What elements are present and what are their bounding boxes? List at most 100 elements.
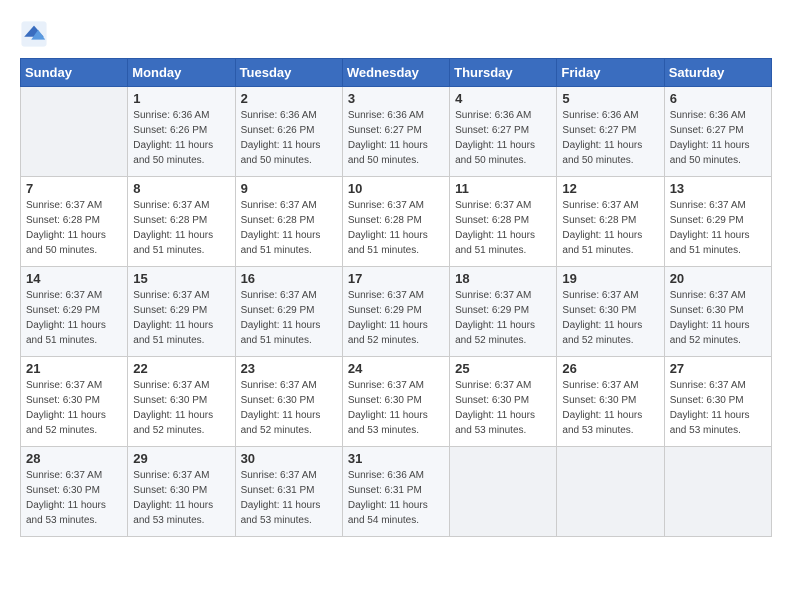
sunset-text: Sunset: 6:30 PM xyxy=(133,393,229,408)
sunrise-text: Sunrise: 6:37 AM xyxy=(26,468,122,483)
sunset-text: Sunset: 6:27 PM xyxy=(348,123,444,138)
sunrise-text: Sunrise: 6:37 AM xyxy=(562,198,658,213)
sunrise-text: Sunrise: 6:37 AM xyxy=(133,288,229,303)
calendar-day-cell: 26 Sunrise: 6:37 AMSunset: 6:30 PMDayligh… xyxy=(557,357,664,447)
logo-icon xyxy=(20,20,48,48)
day-number: 19 xyxy=(562,271,658,286)
sunset-text: Sunset: 6:30 PM xyxy=(348,393,444,408)
day-info: Sunrise: 6:37 AMSunset: 6:30 PMDaylight:… xyxy=(562,378,658,438)
day-number: 9 xyxy=(241,181,337,196)
calendar-day-cell: 22Sunrise: 6:37 AMSunset: 6:30 PMDayligh… xyxy=(128,357,235,447)
sunset-text: Sunset: 6:31 PM xyxy=(348,483,444,498)
day-info: Sunrise: 6:37 AMSunset: 6:28 PMDaylight:… xyxy=(26,198,122,258)
day-info: Sunrise: 6:37 AMSunset: 6:30 PMDaylight:… xyxy=(670,378,766,438)
page-header xyxy=(20,20,772,48)
daylight-text: Daylight: 11 hoursand 53 minutes. xyxy=(455,408,551,438)
sunset-text: Sunset: 6:28 PM xyxy=(562,213,658,228)
sunrise-text: Sunrise: 6:37 AM xyxy=(562,378,658,393)
day-info: Sunrise: 6:37 AMSunset: 6:30 PMDaylight:… xyxy=(241,378,337,438)
day-info: Sunrise: 6:37 AMSunset: 6:30 PMDaylight:… xyxy=(133,468,229,528)
calendar-day-cell: 21Sunrise: 6:37 AMSunset: 6:30 PMDayligh… xyxy=(21,357,128,447)
daylight-text: Daylight: 11 hoursand 51 minutes. xyxy=(241,228,337,258)
calendar-day-cell: 27 Sunrise: 6:37 AMSunset: 6:30 PMDayligh… xyxy=(664,357,771,447)
day-info: Sunrise: 6:36 AMSunset: 6:31 PMDaylight:… xyxy=(348,468,444,528)
day-number: 20 xyxy=(670,271,766,286)
day-info: Sunrise: 6:37 AMSunset: 6:31 PMDaylight:… xyxy=(241,468,337,528)
day-number: 24 xyxy=(348,361,444,376)
daylight-text: Daylight: 11 hoursand 50 minutes. xyxy=(26,228,122,258)
calendar-day-cell: 28Sunrise: 6:37 AMSunset: 6:30 PMDayligh… xyxy=(21,447,128,537)
day-info: Sunrise: 6:37 AMSunset: 6:28 PMDaylight:… xyxy=(133,198,229,258)
calendar-day-cell: 11Sunrise: 6:37 AMSunset: 6:28 PMDayligh… xyxy=(450,177,557,267)
daylight-text: Daylight: 11 hoursand 50 minutes. xyxy=(455,138,551,168)
sunrise-text: Sunrise: 6:37 AM xyxy=(348,288,444,303)
sunset-text: Sunset: 6:29 PM xyxy=(670,213,766,228)
day-number: 2 xyxy=(241,91,337,106)
sunset-text: Sunset: 6:30 PM xyxy=(562,303,658,318)
sunset-text: Sunset: 6:30 PM xyxy=(133,483,229,498)
calendar-week-row: 7Sunrise: 6:37 AMSunset: 6:28 PMDaylight… xyxy=(21,177,772,267)
calendar-day-cell: 13 Sunrise: 6:37 AMSunset: 6:29 PMDayligh… xyxy=(664,177,771,267)
sunset-text: Sunset: 6:28 PM xyxy=(455,213,551,228)
sunset-text: Sunset: 6:30 PM xyxy=(670,393,766,408)
day-info: Sunrise: 6:36 AMSunset: 6:26 PMDaylight:… xyxy=(133,108,229,168)
day-info: Sunrise: 6:37 AMSunset: 6:30 PMDaylight:… xyxy=(562,288,658,348)
day-info: Sunrise: 6:37 AMSunset: 6:28 PMDaylight:… xyxy=(562,198,658,258)
calendar-day-cell: 29Sunrise: 6:37 AMSunset: 6:30 PMDayligh… xyxy=(128,447,235,537)
sunrise-text: Sunrise: 6:37 AM xyxy=(455,198,551,213)
day-number: 18 xyxy=(455,271,551,286)
day-number: 26 xyxy=(562,361,658,376)
daylight-text: Daylight: 11 hoursand 51 minutes. xyxy=(133,228,229,258)
calendar-day-cell: 19 Sunrise: 6:37 AMSunset: 6:30 PMDayligh… xyxy=(557,267,664,357)
day-number: 11 xyxy=(455,181,551,196)
calendar-day-cell: 31Sunrise: 6:36 AMSunset: 6:31 PMDayligh… xyxy=(342,447,449,537)
sunrise-text: Sunrise: 6:36 AM xyxy=(348,108,444,123)
day-info: Sunrise: 6:37 AMSunset: 6:28 PMDaylight:… xyxy=(241,198,337,258)
daylight-text: Daylight: 11 hoursand 52 minutes. xyxy=(241,408,337,438)
sunset-text: Sunset: 6:29 PM xyxy=(26,303,122,318)
day-number: 15 xyxy=(133,271,229,286)
day-info: Sunrise: 6:37 AMSunset: 6:29 PMDaylight:… xyxy=(670,198,766,258)
daylight-text: Daylight: 11 hoursand 52 minutes. xyxy=(455,318,551,348)
day-info: Sunrise: 6:37 AMSunset: 6:30 PMDaylight:… xyxy=(133,378,229,438)
calendar-day-cell: 5Sunrise: 6:36 AMSunset: 6:27 PMDaylight… xyxy=(557,87,664,177)
sunrise-text: Sunrise: 6:37 AM xyxy=(241,468,337,483)
day-info: Sunrise: 6:37 AMSunset: 6:30 PMDaylight:… xyxy=(26,468,122,528)
sunset-text: Sunset: 6:26 PM xyxy=(241,123,337,138)
day-info: Sunrise: 6:37 AMSunset: 6:30 PMDaylight:… xyxy=(670,288,766,348)
sunrise-text: Sunrise: 6:36 AM xyxy=(562,108,658,123)
daylight-text: Daylight: 11 hoursand 53 minutes. xyxy=(241,498,337,528)
day-of-week-header: Tuesday xyxy=(235,59,342,87)
sunset-text: Sunset: 6:28 PM xyxy=(26,213,122,228)
sunset-text: Sunset: 6:28 PM xyxy=(348,213,444,228)
sunrise-text: Sunrise: 6:37 AM xyxy=(133,198,229,213)
daylight-text: Daylight: 11 hoursand 50 minutes. xyxy=(241,138,337,168)
day-of-week-header: Wednesday xyxy=(342,59,449,87)
day-number: 13 xyxy=(670,181,766,196)
calendar-day-cell: 6Sunrise: 6:36 AMSunset: 6:27 PMDaylight… xyxy=(664,87,771,177)
daylight-text: Daylight: 11 hoursand 50 minutes. xyxy=(133,138,229,168)
sunrise-text: Sunrise: 6:37 AM xyxy=(348,378,444,393)
sunrise-text: Sunrise: 6:37 AM xyxy=(455,378,551,393)
calendar-day-cell: 3Sunrise: 6:36 AMSunset: 6:27 PMDaylight… xyxy=(342,87,449,177)
sunset-text: Sunset: 6:29 PM xyxy=(348,303,444,318)
calendar-table: SundayMondayTuesdayWednesdayThursdayFrid… xyxy=(20,58,772,537)
daylight-text: Daylight: 11 hoursand 52 minutes. xyxy=(26,408,122,438)
day-number: 14 xyxy=(26,271,122,286)
sunrise-text: Sunrise: 6:37 AM xyxy=(133,468,229,483)
sunrise-text: Sunrise: 6:36 AM xyxy=(133,108,229,123)
day-info: Sunrise: 6:37 AMSunset: 6:28 PMDaylight:… xyxy=(348,198,444,258)
daylight-text: Daylight: 11 hoursand 51 minutes. xyxy=(133,318,229,348)
sunrise-text: Sunrise: 6:37 AM xyxy=(455,288,551,303)
calendar-day-cell: 16Sunrise: 6:37 AMSunset: 6:29 PMDayligh… xyxy=(235,267,342,357)
day-of-week-header: Thursday xyxy=(450,59,557,87)
day-number: 23 xyxy=(241,361,337,376)
daylight-text: Daylight: 11 hoursand 50 minutes. xyxy=(670,138,766,168)
daylight-text: Daylight: 11 hoursand 53 minutes. xyxy=(562,408,658,438)
daylight-text: Daylight: 11 hoursand 53 minutes. xyxy=(348,408,444,438)
sunset-text: Sunset: 6:28 PM xyxy=(133,213,229,228)
day-info: Sunrise: 6:37 AMSunset: 6:29 PMDaylight:… xyxy=(26,288,122,348)
calendar-day-cell: 17Sunrise: 6:37 AMSunset: 6:29 PMDayligh… xyxy=(342,267,449,357)
sunrise-text: Sunrise: 6:37 AM xyxy=(241,288,337,303)
day-number: 27 xyxy=(670,361,766,376)
